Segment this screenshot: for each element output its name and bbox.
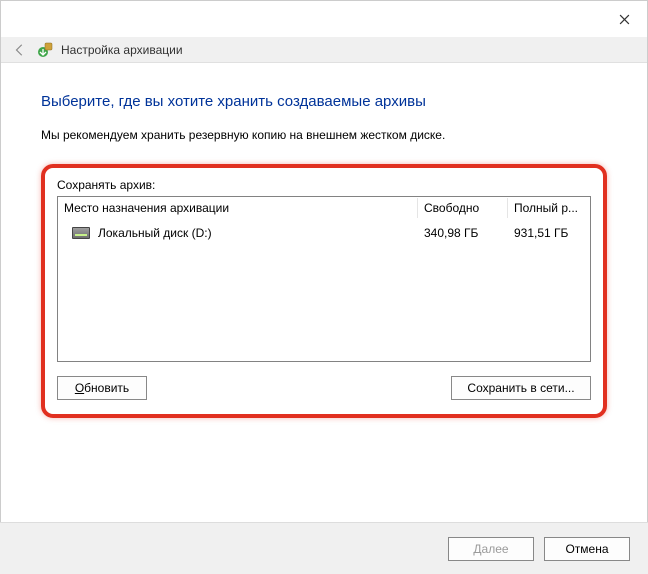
highlighted-section: Сохранять архив: Место назначения архива… bbox=[41, 164, 607, 418]
cancel-button[interactable]: Отмена bbox=[544, 537, 630, 561]
recommendation-text: Мы рекомендуем хранить резервную копию н… bbox=[41, 128, 607, 142]
save-network-button[interactable]: Сохранить в сети... bbox=[451, 376, 591, 400]
cell-full: 931,51 ГБ bbox=[508, 223, 590, 243]
disk-name: Локальный диск (D:) bbox=[98, 226, 212, 240]
close-button[interactable] bbox=[601, 1, 647, 37]
header-bar: Настройка архивации bbox=[1, 37, 647, 63]
footer-bar: Далее Отмена bbox=[0, 522, 648, 574]
refresh-button[interactable]: Обновить bbox=[57, 376, 147, 400]
back-arrow-icon bbox=[13, 43, 27, 57]
cell-free: 340,98 ГБ bbox=[418, 223, 508, 243]
save-archive-label: Сохранять архив: bbox=[57, 178, 591, 192]
col-full[interactable]: Полный р... bbox=[508, 198, 590, 218]
destination-table[interactable]: Место назначения архивации Свободно Полн… bbox=[57, 196, 591, 362]
col-free[interactable]: Свободно bbox=[418, 198, 508, 218]
close-icon bbox=[619, 14, 630, 25]
next-button[interactable]: Далее bbox=[448, 537, 534, 561]
back-button[interactable] bbox=[11, 41, 29, 59]
table-row[interactable]: Локальный диск (D:) 340,98 ГБ 931,51 ГБ bbox=[58, 219, 590, 247]
col-destination[interactable]: Место назначения архивации bbox=[58, 198, 418, 218]
titlebar bbox=[1, 1, 647, 37]
section-buttons: Обновить Сохранить в сети... bbox=[57, 376, 591, 400]
window-title: Настройка архивации bbox=[61, 43, 183, 57]
backup-icon bbox=[37, 42, 53, 58]
disk-icon bbox=[72, 227, 90, 239]
table-header: Место назначения архивации Свободно Полн… bbox=[58, 197, 590, 219]
cell-destination: Локальный диск (D:) bbox=[58, 223, 418, 243]
content-area: Выберите, где вы хотите хранить создавае… bbox=[1, 63, 647, 436]
page-heading: Выберите, где вы хотите хранить создавае… bbox=[41, 93, 607, 110]
